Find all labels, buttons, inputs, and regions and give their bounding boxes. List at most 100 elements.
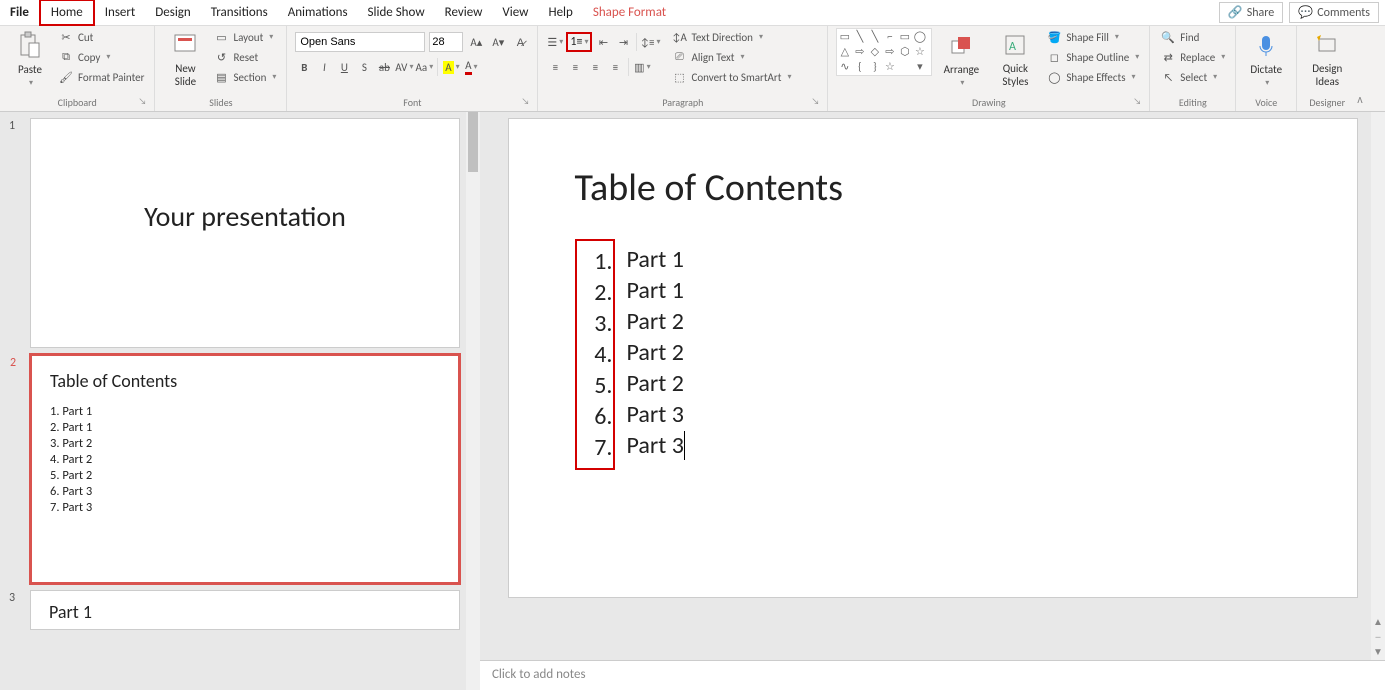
slide-canvas[interactable]: Table of Contents 1. 2. 3. 4. 5. 6. 7.	[508, 118, 1358, 598]
tab-shape-format[interactable]: Shape Format	[583, 1, 676, 24]
shape-textbox-icon[interactable]: ▭	[837, 29, 852, 44]
toc-text[interactable]: Part 1	[627, 276, 684, 305]
dialog-launcher-icon[interactable]: ↘	[811, 96, 819, 107]
shape-triangle-icon[interactable]: △	[837, 44, 852, 59]
highlight-color-button[interactable]: A▾	[442, 58, 460, 76]
new-slide-button[interactable]: New Slide	[163, 28, 207, 90]
align-left-button[interactable]: ≡	[546, 58, 564, 76]
cut-button[interactable]: ✂Cut	[56, 28, 146, 46]
font-size-select[interactable]	[429, 32, 463, 52]
next-slide-icon[interactable]: ▼	[1373, 645, 1383, 658]
effects-icon: ◯	[1046, 69, 1062, 85]
text-shadow-button[interactable]: ab	[375, 58, 393, 76]
dialog-launcher-icon[interactable]: ↘	[521, 96, 529, 107]
replace-button[interactable]: ⇄Replace▾	[1158, 48, 1227, 66]
tab-file[interactable]: File	[0, 1, 39, 24]
copy-button[interactable]: ⧉Copy▾	[56, 48, 146, 66]
shape-line2-icon[interactable]: ╲	[867, 29, 882, 44]
section-button[interactable]: ▤Section▾	[211, 68, 278, 86]
font-color-button[interactable]: A▾	[462, 58, 480, 76]
shape-hex-icon[interactable]: ⬡	[897, 44, 912, 59]
toc-text[interactable]: Part 2	[627, 338, 684, 367]
paste-button[interactable]: Paste ▾	[8, 28, 52, 90]
clear-formatting-icon[interactable]: A̷	[511, 33, 529, 51]
quick-styles-button[interactable]: A Quick Styles	[990, 28, 1040, 90]
toc-text[interactable]: Part 3	[627, 400, 684, 429]
decrease-font-icon[interactable]: A▾	[489, 33, 507, 51]
toc-text[interactable]: Part 2	[627, 307, 684, 336]
dialog-launcher-icon[interactable]: ↘	[1133, 96, 1141, 107]
change-case-button[interactable]: Aa▾	[415, 58, 433, 76]
increase-font-icon[interactable]: A▴	[467, 33, 485, 51]
shape-brace-icon[interactable]: {	[852, 59, 867, 74]
tab-help[interactable]: Help	[538, 1, 582, 24]
shape-line-icon[interactable]: ╲	[852, 29, 867, 44]
slide-thumb-1[interactable]: 1 Your presentation	[30, 118, 460, 348]
smartart-button[interactable]: ⬚Convert to SmartArt▾	[669, 68, 793, 86]
font-name-select[interactable]	[295, 32, 425, 52]
tab-transitions[interactable]: Transitions	[201, 1, 278, 24]
shape-arrow2-icon[interactable]: ⇨	[882, 44, 897, 59]
slide-thumb-3[interactable]: 3 Part 1	[30, 590, 460, 630]
strike-button[interactable]: S	[355, 58, 373, 76]
toc-text[interactable]: Part 1	[627, 245, 684, 274]
shape-outline-button[interactable]: ◻Shape Outline▾	[1044, 48, 1141, 66]
shape-arrow-icon[interactable]: ⇨	[852, 44, 867, 59]
slide-thumb-2[interactable]: 2 Table of Contents 1. Part 1 2. Part 1 …	[30, 354, 460, 584]
bullets-button[interactable]: ☰▾	[546, 33, 564, 51]
dialog-launcher-icon[interactable]: ↘	[139, 96, 147, 107]
reset-button[interactable]: ↺Reset	[211, 48, 278, 66]
shape-effects-button[interactable]: ◯Shape Effects▾	[1044, 68, 1141, 86]
toc-text[interactable]: Part 3	[627, 431, 685, 460]
collapse-ribbon-icon[interactable]: ʌ	[1357, 93, 1368, 111]
notes-pane[interactable]: Click to add notes	[480, 660, 1385, 690]
shape-star-icon[interactable]: ☆	[912, 44, 927, 59]
tab-review[interactable]: Review	[435, 1, 493, 24]
char-spacing-button[interactable]: AV▾	[395, 58, 413, 76]
shape-curve-icon[interactable]: ∿	[837, 59, 852, 74]
arrange-button[interactable]: Arrange▾	[936, 28, 986, 90]
justify-button[interactable]: ≡	[606, 58, 624, 76]
align-text-button[interactable]: ⎚Align Text▾	[669, 48, 793, 66]
shape-diamond-icon[interactable]: ◇	[867, 44, 882, 59]
tab-home[interactable]: Home	[39, 0, 95, 26]
comments-button[interactable]: 💬Comments	[1289, 2, 1379, 23]
decrease-indent-button[interactable]: ⇤	[594, 33, 612, 51]
share-button[interactable]: 🔗Share	[1219, 2, 1284, 23]
bold-button[interactable]: B	[295, 58, 313, 76]
layout-button[interactable]: ▭Layout▾	[211, 28, 278, 46]
shape-callout-icon[interactable]: ☆	[882, 59, 897, 74]
shape-fill-button[interactable]: 🪣Shape Fill▾	[1044, 28, 1141, 46]
design-ideas-button[interactable]: Design Ideas	[1305, 28, 1349, 90]
canvas-scrollbar[interactable]: ▲ ─ ▼	[1371, 112, 1385, 660]
format-painter-button[interactable]: 🖌Format Painter	[56, 68, 146, 86]
underline-button[interactable]: U	[335, 58, 353, 76]
shapes-more-icon[interactable]: ▾	[912, 59, 927, 74]
italic-button[interactable]: I	[315, 58, 333, 76]
shape-oval-icon[interactable]: ◯	[912, 29, 927, 44]
align-right-button[interactable]: ≡	[586, 58, 604, 76]
tab-animations[interactable]: Animations	[278, 1, 358, 24]
select-button[interactable]: ↖Select▾	[1158, 68, 1227, 86]
toc-text[interactable]: Part 2	[627, 369, 684, 398]
tab-view[interactable]: View	[492, 1, 538, 24]
tab-slideshow[interactable]: Slide Show	[358, 1, 435, 24]
numbering-button[interactable]: 1≡▾	[566, 32, 592, 52]
find-button[interactable]: 🔍Find	[1158, 28, 1227, 46]
text-direction-button[interactable]: ↕AText Direction▾	[669, 28, 793, 46]
shapes-gallery[interactable]: ▭╲╲⌐▭◯ △⇨◇⇨⬡☆ ∿{}☆▾	[836, 28, 932, 76]
increase-indent-button[interactable]: ⇥	[614, 33, 632, 51]
slide-number-3: 3	[9, 591, 15, 605]
dictate-button[interactable]: Dictate▾	[1244, 28, 1288, 90]
line-spacing-button[interactable]: ↕≡▾	[641, 33, 659, 51]
columns-button[interactable]: ▥▾	[633, 58, 651, 76]
align-center-button[interactable]: ≡	[566, 58, 584, 76]
tab-insert[interactable]: Insert	[95, 1, 146, 24]
prev-slide-icon[interactable]: ▲	[1373, 615, 1383, 628]
slide-title[interactable]: Table of Contents	[575, 165, 1291, 211]
thumb-scrollbar[interactable]	[466, 112, 480, 690]
tab-design[interactable]: Design	[145, 1, 200, 24]
shape-connector-icon[interactable]: ⌐	[882, 29, 897, 44]
shape-rect-icon[interactable]: ▭	[897, 29, 912, 44]
shape-brace2-icon[interactable]: }	[867, 59, 882, 74]
